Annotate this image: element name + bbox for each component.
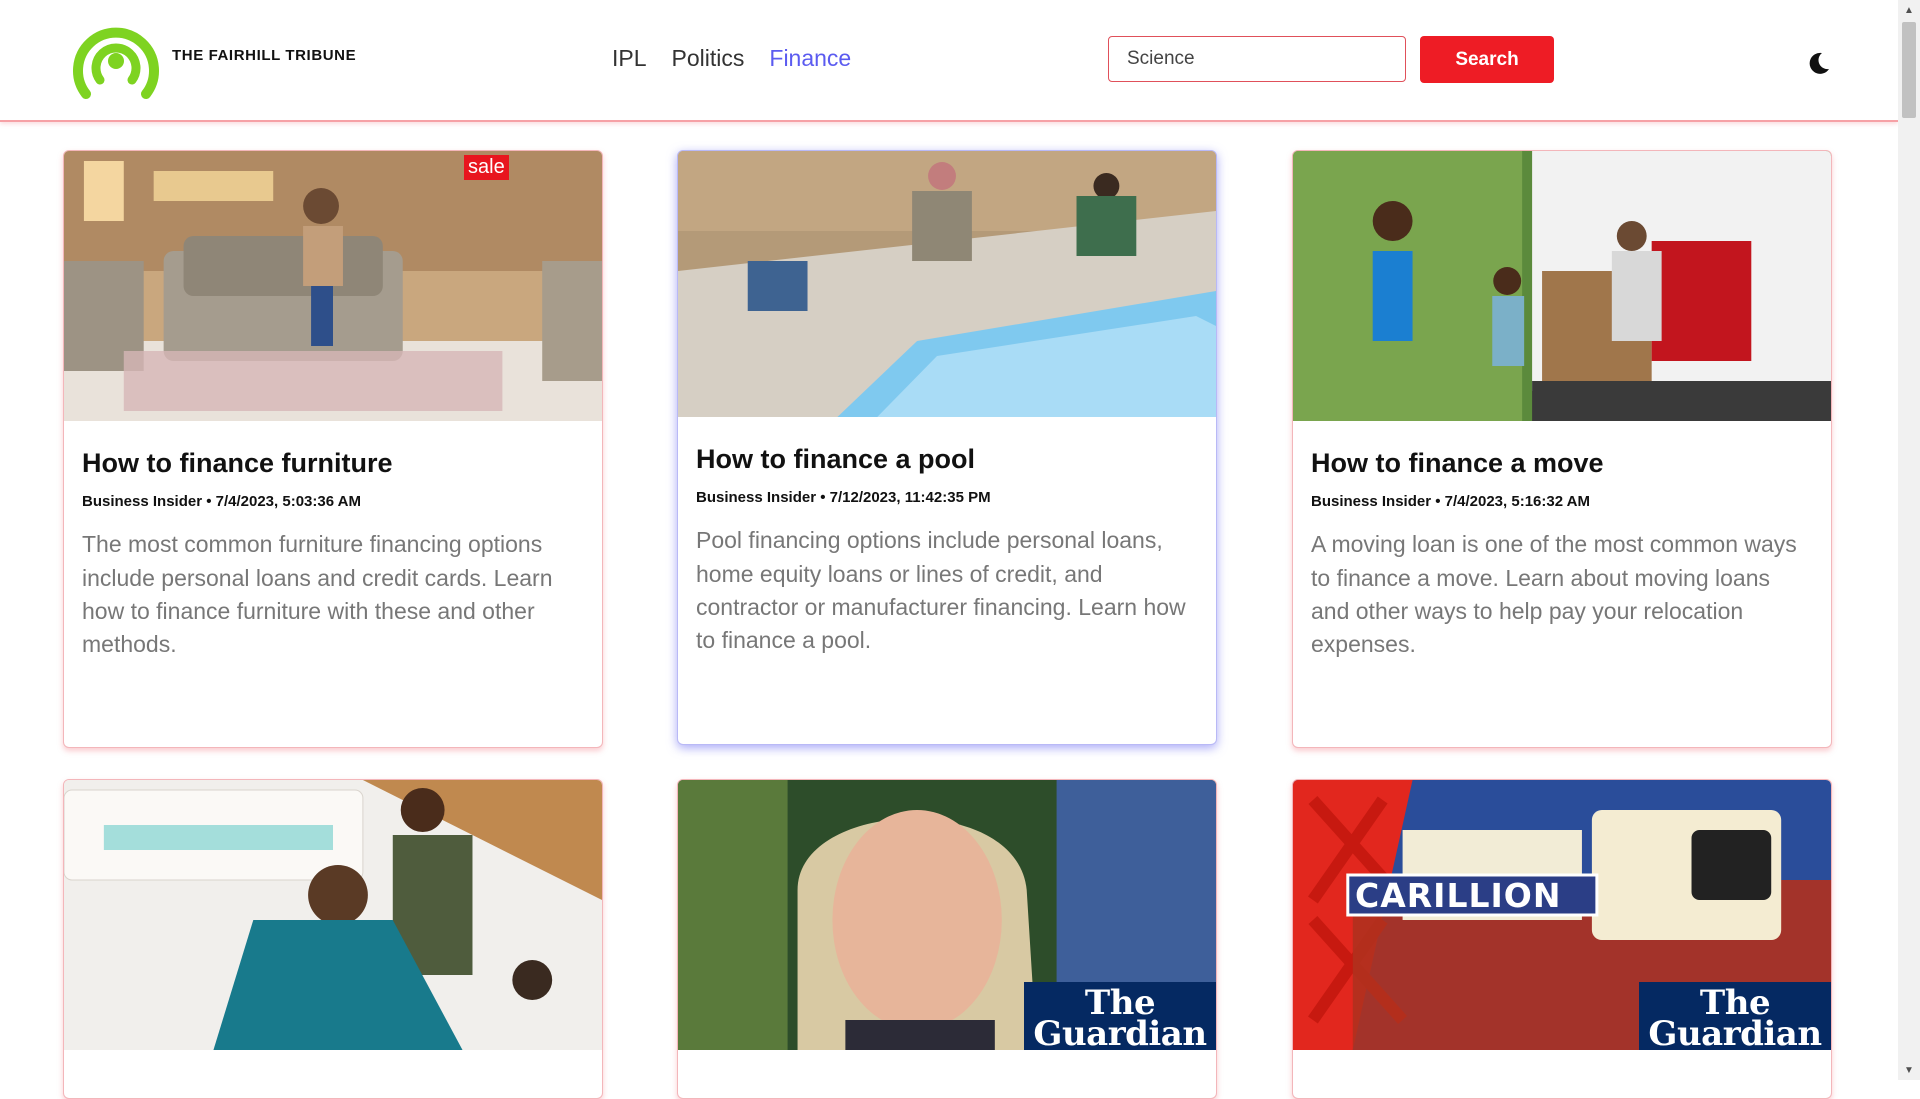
- article-description: Pool financing options include personal …: [696, 527, 1186, 654]
- article-title[interactable]: How to finance furniture: [82, 447, 584, 479]
- scroll-up-arrow-icon[interactable]: ▲: [1898, 0, 1920, 20]
- guardian-watermark: The Guardian: [1639, 982, 1831, 1050]
- article-card[interactable]: How to finance a pool Business Insider •…: [677, 150, 1217, 745]
- page-scrollbar[interactable]: ▲ ▼: [1898, 0, 1920, 1080]
- article-card[interactable]: CARILLION The Guardian: [1292, 779, 1832, 1099]
- article-meta: Business Insider • 7/4/2023, 5:03:36 AM: [82, 493, 361, 511]
- nav-link-finance[interactable]: Finance: [769, 45, 851, 72]
- article-description: A moving loan is one of the most common …: [1311, 531, 1797, 658]
- watermark-line-2: Guardian: [1033, 1014, 1207, 1050]
- article-title[interactable]: How to finance a pool: [696, 443, 1198, 475]
- watermark-line-2: Guardian: [1648, 1014, 1822, 1050]
- article-card[interactable]: sale How to finance furniture Business I…: [63, 150, 603, 748]
- article-image[interactable]: CARILLION The Guardian: [1293, 780, 1831, 1050]
- article-image[interactable]: [1293, 151, 1831, 421]
- nav-link-ipl[interactable]: IPL: [612, 45, 647, 72]
- article-meta: Business Insider • 7/4/2023, 5:16:32 AM: [1311, 493, 1590, 511]
- article-image[interactable]: [678, 151, 1216, 417]
- moon-icon[interactable]: [1806, 50, 1832, 76]
- broadcast-signal-icon[interactable]: [72, 16, 160, 100]
- image-carillion-sign: CARILLION: [1355, 876, 1562, 915]
- article-image[interactable]: sale: [64, 151, 602, 421]
- article-card[interactable]: The Guardian: [677, 779, 1217, 1099]
- article-description: The most common furniture financing opti…: [82, 531, 553, 658]
- article-title[interactable]: How to finance a move: [1311, 447, 1813, 479]
- site-brand[interactable]: THE FAIRHILL TRIBUNE: [172, 47, 356, 64]
- article-card[interactable]: [63, 779, 603, 1099]
- article-image[interactable]: The Guardian: [678, 780, 1216, 1050]
- image-sale-sign: sale: [464, 155, 509, 180]
- article-card[interactable]: How to finance a move Business Insider •…: [1292, 150, 1832, 748]
- search-input[interactable]: [1108, 36, 1406, 82]
- nav-link-politics[interactable]: Politics: [672, 45, 745, 72]
- guardian-watermark: The Guardian: [1024, 982, 1216, 1050]
- main-nav: IPL Politics Finance: [612, 45, 851, 72]
- article-image[interactable]: [64, 780, 602, 1050]
- scroll-thumb[interactable]: [1902, 22, 1916, 118]
- search-button[interactable]: Search: [1420, 36, 1554, 83]
- scroll-down-arrow-icon[interactable]: ▼: [1898, 1060, 1920, 1080]
- article-meta: Business Insider • 7/12/2023, 11:42:35 P…: [696, 489, 991, 507]
- site-header: THE FAIRHILL TRIBUNE IPL Politics Financ…: [0, 0, 1898, 122]
